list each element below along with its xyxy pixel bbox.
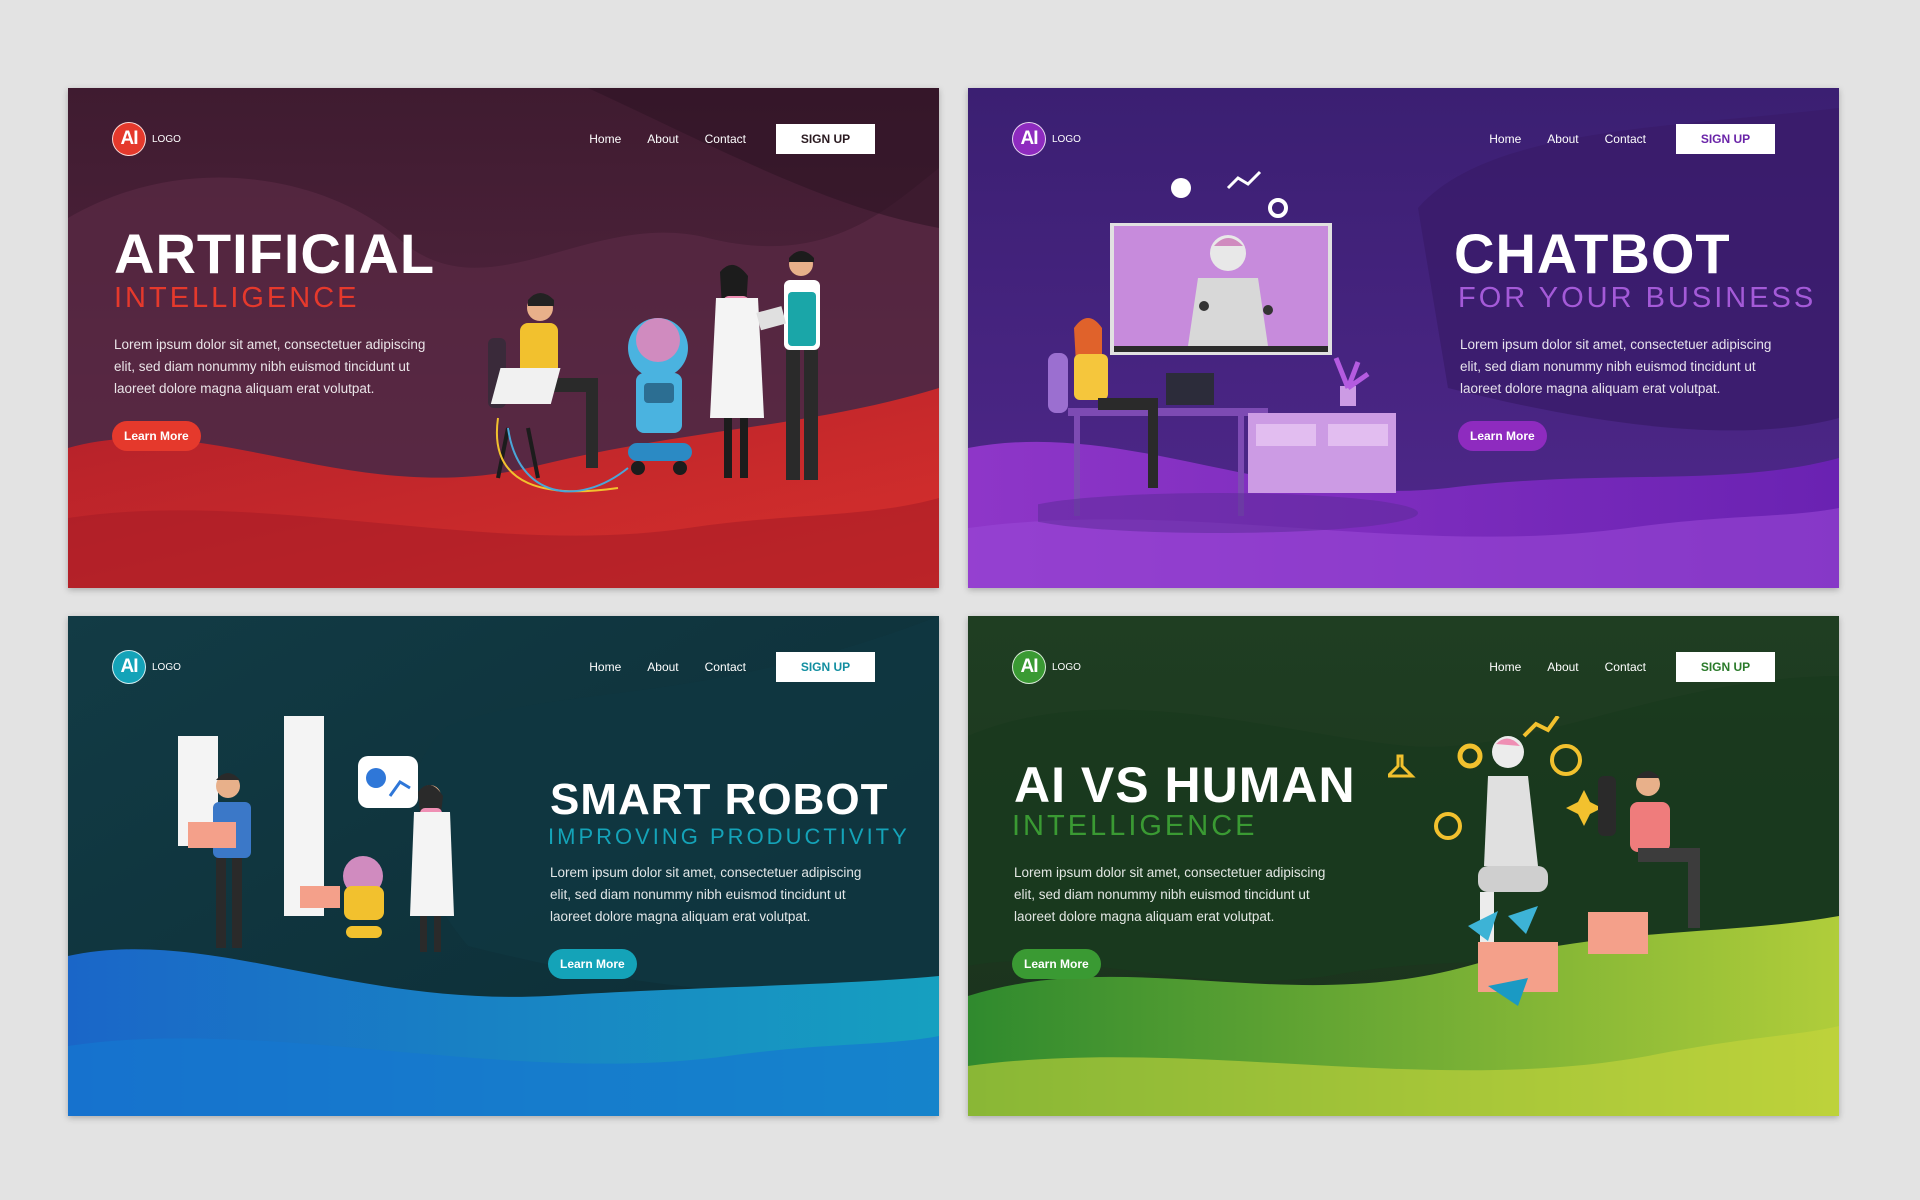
nav-home[interactable]: Home [1489,132,1521,146]
hero-body: Lorem ipsum dolor sit amet, consectetuer… [114,337,426,396]
nav-about[interactable]: About [1547,660,1578,674]
logo[interactable]: AI LOGO [112,650,181,684]
logo-mark: AI [112,122,146,156]
logo[interactable]: AI LOGO [1012,122,1081,156]
nav-about[interactable]: About [1547,132,1578,146]
logo-text: LOGO [152,661,181,673]
hero-subtitle: INTELLIGENCE [1012,810,1258,842]
nav-about[interactable]: About [647,132,678,146]
gear-icon [1457,743,1483,769]
landing-card-smart-robot: AI LOGO Home About Contact SIGN UP SMART… [68,616,939,1116]
chart-up-icon [1522,716,1560,738]
nav-contact[interactable]: Contact [705,660,746,674]
landing-card-chatbot: AI LOGO Home About Contact SIGN UP CHATB… [968,88,1839,588]
lightbulb-icon [1171,178,1191,198]
signup-button[interactable]: SIGN UP [776,124,875,154]
hero-title: CHATBOT [1454,222,1731,285]
magnifier-icon [1434,812,1462,840]
timer-icon [1550,744,1582,776]
logo-text: LOGO [1052,133,1081,145]
top-nav: Home About Contact SIGN UP [589,652,875,682]
ai-vs-human-illustration [1388,716,1700,1006]
learn-more-button[interactable]: Learn More [1458,421,1547,451]
top-nav: Home About Contact SIGN UP [1489,124,1775,154]
hero-body: Lorem ipsum dolor sit amet, consectetuer… [1460,337,1772,396]
learn-more-button[interactable]: Learn More [112,421,201,451]
hero-subtitle: IMPROVING PRODUCTIVITY [548,824,910,849]
logo-text: LOGO [152,133,181,145]
logo[interactable]: AI LOGO [112,122,181,156]
learn-more-button[interactable]: Learn More [1012,949,1101,979]
logo-mark: AI [1012,122,1046,156]
hero-body: Lorem ipsum dolor sit amet, consectetuer… [1014,865,1326,924]
nav-home[interactable]: Home [1489,660,1521,674]
learn-more-button[interactable]: Learn More [548,949,637,979]
nav-contact[interactable]: Contact [1605,132,1646,146]
signup-button[interactable]: SIGN UP [1676,124,1775,154]
hero-body: Lorem ipsum dolor sit amet, consectetuer… [550,865,862,924]
top-nav: Home About Contact SIGN UP [589,124,875,154]
nav-home[interactable]: Home [589,132,621,146]
pie-chart-icon [366,768,386,788]
nav-contact[interactable]: Contact [705,132,746,146]
nav-home[interactable]: Home [589,660,621,674]
signup-button[interactable]: SIGN UP [776,652,875,682]
nav-about[interactable]: About [647,660,678,674]
hero-subtitle: FOR YOUR BUSINESS [1458,282,1817,314]
chart-up-icon [1226,170,1262,190]
logo[interactable]: AI LOGO [1012,650,1081,684]
chatbot-office-illustration [1038,170,1418,533]
hero-title: AI VS HUMAN [1014,757,1356,813]
landing-card-artificial-intelligence: AI LOGO Home About Contact SIGN UP ARTIF… [68,88,939,588]
signup-button[interactable]: SIGN UP [1676,652,1775,682]
gear-icon [1268,198,1288,218]
logo-text: LOGO [1052,661,1081,673]
hero-title: SMART ROBOT [550,775,889,824]
logo-mark: AI [1012,650,1046,684]
top-nav: Home About Contact SIGN UP [1489,652,1775,682]
logo-mark: AI [112,650,146,684]
nav-contact[interactable]: Contact [1605,660,1646,674]
hero-title: ARTIFICIAL [114,222,436,285]
people-with-robot-illustration [488,251,820,493]
landing-card-ai-vs-human: AI LOGO Home About Contact SIGN UP AI VS… [968,616,1839,1116]
hero-subtitle: INTELLIGENCE [114,282,360,314]
download-icon [1388,754,1416,778]
robot-carrying-paperwork-illustration [178,716,454,952]
sparkle-icon [1566,790,1602,826]
